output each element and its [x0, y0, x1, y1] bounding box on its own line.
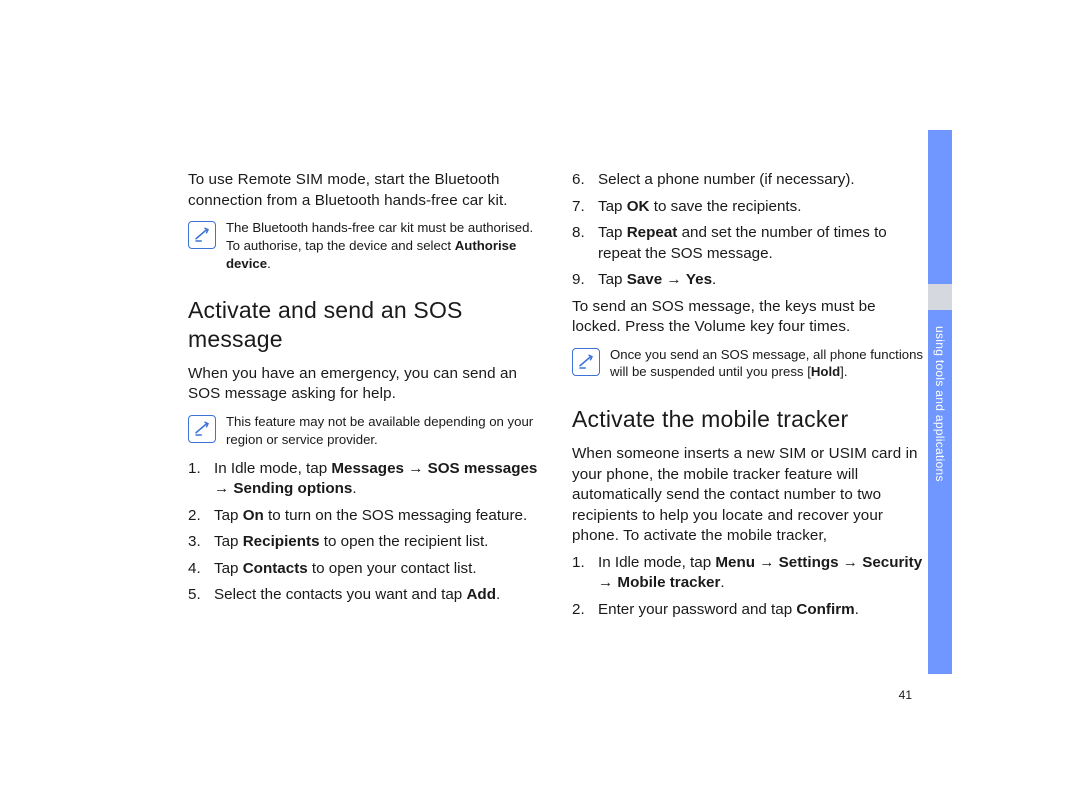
- tracker-steps: In Idle mode, tap Menu → Settings → Secu…: [572, 553, 928, 621]
- note-icon: [188, 221, 216, 249]
- tracker-step-2: Enter your password and tap Confirm.: [572, 600, 928, 621]
- side-tab-label: using tools and applications: [931, 326, 949, 546]
- step-8: Tap Repeat and set the number of times t…: [572, 223, 928, 264]
- step-9: Tap Save → Yes.: [572, 270, 928, 291]
- page-number: 41: [899, 688, 912, 702]
- note-bluetooth-auth: The Bluetooth hands-free car kit must be…: [188, 219, 544, 272]
- note-text: The Bluetooth hands-free car kit must be…: [226, 219, 544, 272]
- sos-steps-1-5: In Idle mode, tap Messages → SOS message…: [188, 459, 544, 606]
- step-3: Tap Recipients to open the recipient lis…: [188, 532, 544, 553]
- note-hold: Once you send an SOS message, all phone …: [572, 346, 928, 382]
- tracker-step-1: In Idle mode, tap Menu → Settings → Secu…: [572, 553, 928, 594]
- note-text: Once you send an SOS message, all phone …: [610, 346, 928, 382]
- note-availability: This feature may not be available depend…: [188, 413, 544, 449]
- sos-after: To send an SOS message, the keys must be…: [572, 297, 928, 338]
- step-7: Tap OK to save the recipients.: [572, 197, 928, 218]
- step-5: Select the contacts you want and tap Add…: [188, 585, 544, 606]
- heading-mobile-tracker: Activate the mobile tracker: [572, 405, 928, 434]
- sos-intro: When you have an emergency, you can send…: [188, 364, 544, 405]
- note-icon: [188, 415, 216, 443]
- tracker-intro: When someone inserts a new SIM or USIM c…: [572, 444, 928, 547]
- note-text: This feature may not be available depend…: [226, 413, 544, 449]
- step-4: Tap Contacts to open your contact list.: [188, 559, 544, 580]
- heading-sos: Activate and send an SOS message: [188, 296, 544, 354]
- note-icon: [572, 348, 600, 376]
- sos-steps-6-9: Select a phone number (if necessary). Ta…: [572, 170, 928, 291]
- right-column: Select a phone number (if necessary). Ta…: [572, 170, 928, 626]
- intro-paragraph: To use Remote SIM mode, start the Blueto…: [188, 170, 544, 211]
- left-column: To use Remote SIM mode, start the Blueto…: [188, 170, 544, 626]
- page-content: To use Remote SIM mode, start the Blueto…: [188, 170, 928, 626]
- side-tab-gap: [928, 284, 952, 310]
- step-6: Select a phone number (if necessary).: [572, 170, 928, 191]
- step-2: Tap On to turn on the SOS messaging feat…: [188, 506, 544, 527]
- step-1: In Idle mode, tap Messages → SOS message…: [188, 459, 544, 500]
